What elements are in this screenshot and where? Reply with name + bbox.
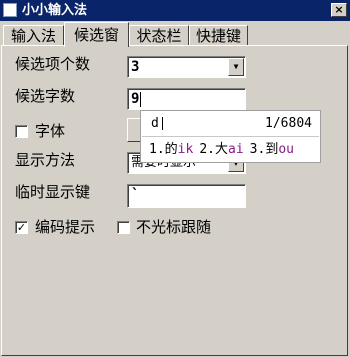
candidate-item[interactable]: 3.到ou: [250, 142, 294, 157]
temp-display-key-value: `: [131, 187, 140, 203]
checkmark-icon: ✓: [16, 221, 27, 234]
text-caret: [140, 91, 142, 107]
font-checkbox[interactable]: [15, 125, 28, 138]
ime-page-indicator: 1/6804: [265, 116, 312, 131]
settings-window: 小小输入法 × 输入法 候选窗 状态栏 快捷键 候选项个数 3 ▼ 候选字数 9…: [0, 0, 350, 357]
display-method-label: 显示方法: [15, 151, 76, 169]
popup-divider: [142, 136, 319, 137]
candidate-count-select[interactable]: 3 ▼: [127, 56, 246, 78]
candidate-item[interactable]: 2.大ai: [199, 142, 243, 157]
no-cursor-follow-label: 不光标跟随: [136, 218, 212, 236]
temp-display-key-label: 临时显示键: [15, 183, 91, 201]
candidate-list: 1.的ik 2.大ai 3.到ou: [149, 142, 294, 158]
window-title: 小小输入法: [22, 3, 88, 18]
tab-status-bar[interactable]: 状态栏: [129, 25, 189, 45]
font-label: 字体: [35, 122, 66, 140]
candidate-chars-input[interactable]: 9: [127, 88, 246, 110]
ime-composition-text: d: [151, 116, 163, 132]
temp-display-key-input[interactable]: `: [127, 184, 246, 208]
close-button[interactable]: ×: [331, 3, 347, 17]
candidate-count-value: 3: [131, 59, 140, 75]
title-bar[interactable]: 小小输入法 ×: [0, 0, 350, 21]
tab-shortcuts[interactable]: 快捷键: [189, 25, 248, 45]
code-hint-label: 编码提示: [35, 218, 96, 236]
candidate-chars-value: 9: [131, 91, 140, 107]
close-icon: ×: [334, 3, 344, 16]
tab-input-method[interactable]: 输入法: [3, 25, 64, 45]
candidate-chars-label: 候选字数: [15, 87, 76, 105]
composition-caret: [161, 117, 163, 130]
candidate-count-label: 候选项个数: [15, 55, 91, 73]
code-hint-checkbox[interactable]: ✓: [15, 221, 28, 234]
ime-candidate-popup: d 1/6804 1.的ik 2.大ai 3.到ou: [140, 110, 321, 163]
no-cursor-follow-checkbox[interactable]: [117, 221, 130, 234]
candidate-item[interactable]: 1.的ik: [149, 142, 193, 157]
tab-candidate-window[interactable]: 候选窗: [64, 22, 129, 47]
chevron-down-icon[interactable]: ▼: [228, 58, 244, 76]
app-icon: [3, 3, 17, 17]
